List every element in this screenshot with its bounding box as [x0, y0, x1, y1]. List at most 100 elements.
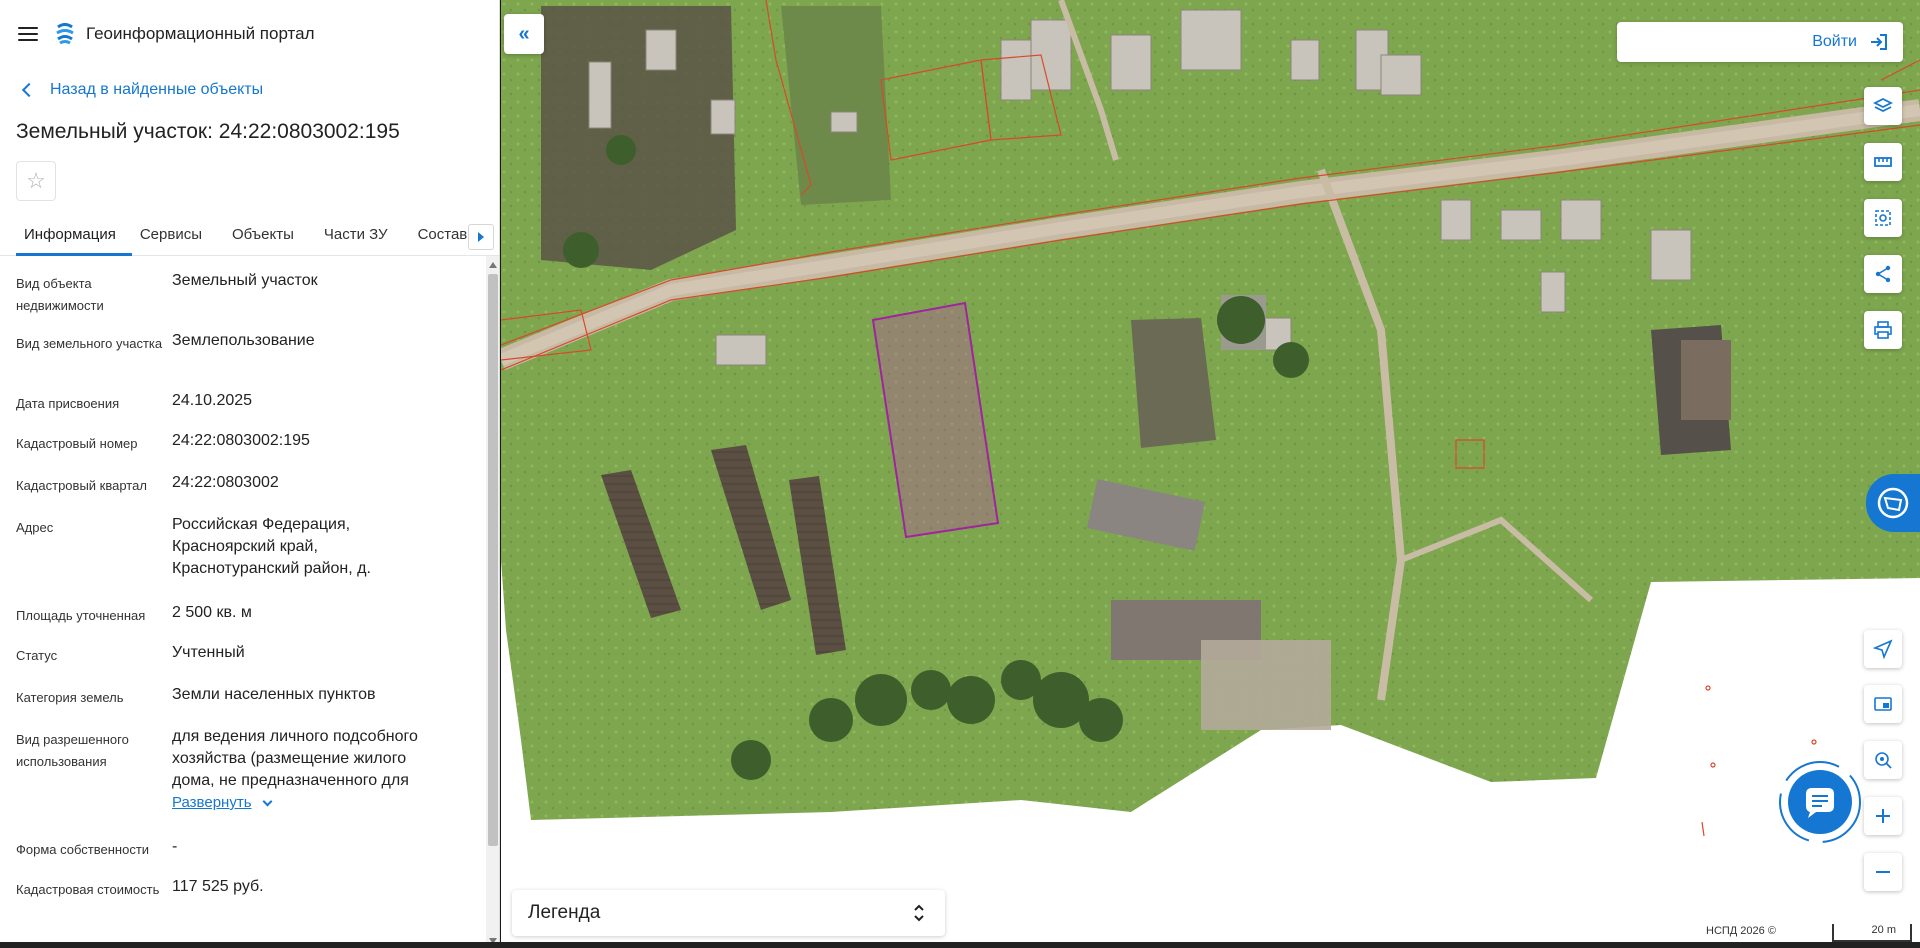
property-value: Земельный участок [172, 272, 318, 289]
property-label: Адрес [16, 520, 54, 535]
back-to-results-link[interactable]: Назад в найденные объекты [0, 68, 499, 112]
select-area-icon [1875, 210, 1891, 226]
ruler-icon [1874, 157, 1892, 167]
app-root: Геоинформационный портал Назад в найденн… [0, 0, 1920, 948]
property-row: Адрес Российская Федерация, Красноярский… [0, 514, 484, 602]
property-row: Категория земель Земли населенных пункто… [0, 684, 484, 726]
zoom-out-icon [1876, 871, 1890, 873]
login-button[interactable]: Войти [1617, 22, 1903, 62]
chevron-left-icon [21, 82, 37, 98]
sort-toggle-icon [914, 904, 924, 922]
property-value: Российская Федерация, Красноярский край,… [172, 516, 371, 577]
map-attribution: НСПД 2026 © [1700, 924, 1782, 942]
satellite-imagery[interactable] [501, 0, 1920, 948]
property-value: 24:22:0803002 [172, 474, 279, 491]
property-row: Кадастровый номер 24:22:0803002:195 [0, 430, 484, 472]
favorite-button[interactable]: ☆ [16, 161, 56, 201]
property-label: Категория земель [16, 690, 124, 705]
tab-info[interactable]: Информация [16, 216, 132, 256]
tabs-bar: Информация Сервисы Объекты Части ЗУ Сост… [0, 216, 499, 256]
scroll-up-arrow-icon[interactable] [489, 262, 497, 268]
property-label: Форма собственности [16, 842, 150, 857]
print-icon [1874, 321, 1892, 339]
properties-list: Вид объекта недвижимости Земельный участ… [0, 270, 484, 948]
property-label: Кадастровая стоимость [16, 882, 160, 897]
expand-label: Развернуть [172, 794, 252, 811]
property-value: 117 525 руб. [172, 878, 264, 895]
minimap-button[interactable] [1864, 685, 1902, 723]
property-label: Дата присвоения [16, 396, 120, 411]
object-info-panel: Геоинформационный портал Назад в найденн… [0, 0, 500, 948]
geolocation-icon [1873, 639, 1893, 659]
property-value: для ведения личного подсобного хозяйства… [172, 728, 418, 789]
panel-header: Геоинформационный портал [0, 0, 499, 68]
property-label: Вид земельного участка [16, 336, 163, 351]
property-row: Кадастровая стоимость 117 525 руб. [0, 876, 484, 936]
measure-button[interactable] [1864, 143, 1902, 181]
app-title: Геоинформационный портал [86, 24, 315, 43]
tab-land-parts[interactable]: Части ЗУ [316, 216, 396, 256]
share-icon [1875, 265, 1891, 283]
chevron-down-icon [262, 796, 272, 806]
properties-scrollbar[interactable] [486, 256, 499, 948]
property-value: Земли населенных пунктов [172, 686, 376, 703]
property-value: Учтенный [172, 644, 245, 661]
property-label: Вид объекта недвижимости [16, 276, 104, 313]
layers-icon [1873, 97, 1893, 113]
property-value: 2 500 кв. м [172, 604, 252, 621]
tab-objects[interactable]: Объекты [224, 216, 302, 256]
property-label: Кадастровый квартал [16, 478, 147, 493]
legend-label: Легенда [528, 902, 601, 923]
assistant-button[interactable] [1866, 474, 1920, 532]
print-button[interactable] [1864, 311, 1902, 349]
zoom-in-button[interactable] [1864, 797, 1902, 835]
zoom-out-button[interactable] [1864, 853, 1902, 891]
search-location-button[interactable] [1864, 741, 1902, 779]
expand-link[interactable]: Развернуть [172, 792, 272, 814]
login-icon [1871, 34, 1887, 50]
portal-logo-icon [56, 23, 74, 45]
property-value: 24:22:0803002:195 [172, 432, 310, 449]
property-row: Площадь уточненная 2 500 кв. м [0, 602, 484, 642]
layers-button[interactable] [1864, 87, 1902, 125]
tabs-scroll-right-button[interactable] [468, 224, 494, 250]
property-label: Статус [16, 648, 58, 663]
property-label: Вид разрешенного использования [16, 732, 129, 769]
collapse-panel-button[interactable]: « [504, 14, 544, 54]
tab-services[interactable]: Сервисы [132, 216, 210, 256]
chat-icon [1779, 761, 1861, 843]
property-label: Площадь уточненная [16, 608, 146, 623]
assistant-icon [1877, 487, 1909, 519]
property-row: Вид разрешенного использования для веден… [0, 726, 484, 836]
property-row: Форма собственности - [0, 836, 484, 876]
chat-button[interactable] [1778, 760, 1862, 844]
menu-icon[interactable] [18, 27, 38, 41]
select-area-button[interactable] [1864, 199, 1902, 237]
taskbar-strip [0, 942, 1920, 948]
property-label: Кадастровый номер [16, 436, 138, 451]
double-chevron-left-icon: « [518, 22, 530, 45]
geolocation-button[interactable] [1864, 630, 1902, 668]
page-title: Земельный участок: 24:22:0803002:195 [16, 120, 400, 143]
property-row: Кадастровый квартал 24:22:0803002 [0, 472, 484, 514]
property-row: Вид земельного участка Землепользование [0, 330, 484, 390]
map-view[interactable] [501, 0, 1920, 948]
property-row: Статус Учтенный [0, 642, 484, 684]
scroll-thumb[interactable] [488, 274, 498, 846]
share-button[interactable] [1864, 255, 1902, 293]
map-scale-bar: 20 m [1832, 924, 1912, 942]
property-value: 24.10.2025 [172, 392, 253, 409]
legend-dropdown[interactable]: Легенда [512, 890, 945, 936]
minimap-icon [1874, 697, 1892, 711]
zoom-in-icon [1876, 809, 1890, 823]
property-value-block: для ведения личного подсобного хозяйства… [172, 726, 442, 836]
property-value: - [172, 838, 178, 855]
property-row: Дата присвоения 24.10.2025 [0, 390, 484, 430]
property-value: Землепользование [172, 332, 315, 349]
login-label: Войти [1812, 33, 1857, 50]
back-link-label: Назад в найденные объекты [50, 81, 264, 98]
search-location-icon [1875, 752, 1892, 769]
tab-composition[interactable]: Состав [410, 216, 476, 256]
star-icon: ☆ [26, 168, 46, 193]
property-row: Вид объекта недвижимости Земельный участ… [0, 270, 484, 330]
